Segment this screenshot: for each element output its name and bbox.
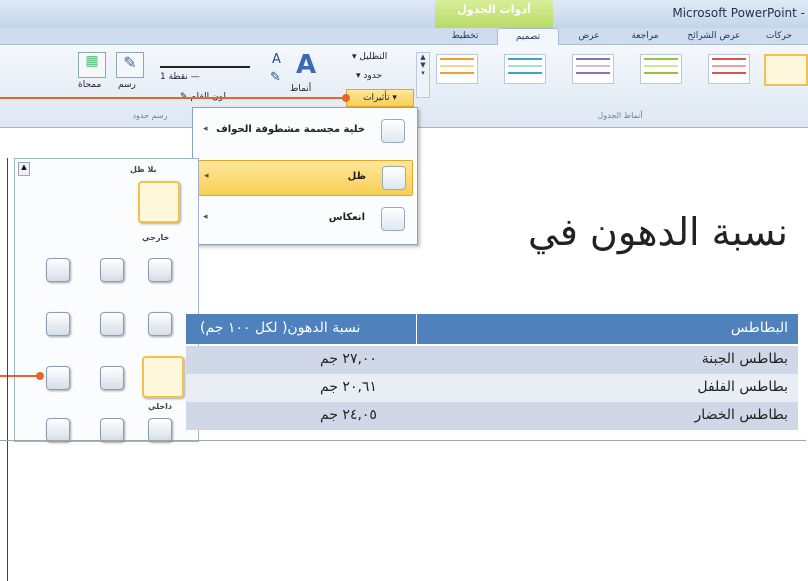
gallery-scroll-up-icon[interactable]: ▲ bbox=[18, 162, 30, 176]
effects-button[interactable]: تأثيرات ▾ bbox=[346, 89, 414, 107]
table-style-swatch[interactable] bbox=[504, 54, 546, 84]
eraser-label[interactable]: ممحاة bbox=[78, 80, 101, 90]
tab-layout[interactable]: تخطيط bbox=[440, 28, 490, 44]
tab-review[interactable]: مراجعة bbox=[620, 28, 670, 44]
header-potato: البطاطس bbox=[730, 320, 788, 336]
chevron-down-icon: ▾ bbox=[392, 93, 397, 103]
bevel-icon bbox=[381, 119, 405, 143]
tab-slide-show[interactable]: عرض الشرائح bbox=[680, 28, 748, 44]
shadow-option[interactable] bbox=[100, 258, 124, 282]
wordart-icon[interactable]: A bbox=[296, 50, 316, 80]
shadow-option-selected[interactable] bbox=[142, 356, 184, 398]
shadow-option[interactable] bbox=[148, 418, 172, 442]
bevel-label: خلية مجسمة مشطوفة الحواف bbox=[216, 124, 365, 135]
table-row[interactable]: بطاطس الجبنة ٢٧,٠٠ جم bbox=[186, 346, 798, 374]
quick-styles-label[interactable]: أنماط bbox=[290, 84, 311, 94]
eraser-icon[interactable]: ▦ bbox=[78, 52, 106, 78]
row-name: بطاطس الفلفل bbox=[697, 379, 788, 395]
tab-view[interactable]: عرض bbox=[568, 28, 610, 44]
tab-animations[interactable]: حركات bbox=[755, 28, 803, 44]
shadow-option-none[interactable] bbox=[138, 181, 180, 223]
dropdown-item-shadow[interactable]: ◂ ظل bbox=[197, 160, 413, 196]
shading-label: التظليل bbox=[359, 52, 388, 62]
callout-dot bbox=[342, 94, 350, 102]
borders-button[interactable]: ▾ حدود bbox=[356, 71, 382, 81]
effects-dropdown-menu: ◂ خلية مجسمة مشطوفة الحواف ◂ ظل ◂ انعكاس bbox=[192, 107, 418, 245]
table-style-swatch[interactable] bbox=[436, 54, 478, 84]
shadow-option[interactable] bbox=[100, 366, 124, 390]
callout-dot bbox=[36, 372, 44, 380]
submenu-arrow-icon: ◂ bbox=[204, 171, 209, 181]
table-row[interactable]: بطاطس الخضار ٢٤,٠٥ جم bbox=[186, 402, 798, 430]
shadow-label: ظل bbox=[347, 171, 366, 182]
table-style-swatch[interactable] bbox=[708, 54, 750, 84]
header-fat: نسبة الدهون( لكل ١٠٠ جم) bbox=[200, 320, 361, 336]
pen-weight-dropdown[interactable]: 1 نقطة — bbox=[160, 72, 250, 82]
table-style-swatch-selected[interactable] bbox=[764, 54, 808, 86]
reflection-label: انعكاس bbox=[328, 212, 365, 223]
window-title: Microsoft PowerPoint - bbox=[672, 6, 805, 20]
row-name: بطاطس الخضار bbox=[694, 407, 788, 423]
frame-line bbox=[0, 440, 806, 441]
table-style-swatch[interactable] bbox=[640, 54, 682, 84]
submenu-arrow-icon: ◂ bbox=[203, 212, 208, 222]
table-header-row[interactable]: البطاطس نسبة الدهون( لكل ١٠٠ جم) bbox=[186, 314, 798, 344]
shading-button[interactable]: ▾ التظليل bbox=[352, 52, 387, 62]
frame-line bbox=[7, 158, 8, 581]
table-row[interactable]: بطاطس الفلفل ٢٠,٦١ جم bbox=[186, 374, 798, 402]
pen-style-dropdown[interactable] bbox=[160, 56, 250, 68]
slide-title[interactable]: نسبة الدهون في bbox=[388, 210, 788, 254]
shadow-option[interactable] bbox=[46, 366, 70, 390]
no-shadow-heading: بلا ظل bbox=[130, 165, 157, 174]
gallery-scroll-button[interactable]: ▲ ▼ ▾ bbox=[416, 52, 430, 98]
dropdown-item-reflection[interactable]: ◂ انعكاس bbox=[197, 202, 411, 236]
draw-table-label[interactable]: رسم bbox=[118, 80, 136, 90]
shadow-option[interactable] bbox=[148, 312, 172, 336]
row-value: ٢٧,٠٠ جم bbox=[320, 351, 377, 367]
text-outline-icon[interactable]: ✎ bbox=[270, 70, 281, 85]
text-fill-icon[interactable]: A bbox=[272, 52, 281, 67]
row-value: ٢٤,٠٥ جم bbox=[320, 407, 377, 423]
shadow-option[interactable] bbox=[148, 258, 172, 282]
shadow-icon bbox=[382, 166, 406, 190]
table-styles-group-label: أنماط الجدول bbox=[597, 111, 643, 120]
inner-shadow-heading: داخلي bbox=[148, 402, 172, 411]
shadow-option[interactable] bbox=[100, 418, 124, 442]
shadow-option[interactable] bbox=[46, 312, 70, 336]
tab-design[interactable]: تصميم bbox=[497, 28, 559, 45]
callout-line bbox=[0, 375, 40, 377]
table-tools-label: أدوات الجدول bbox=[457, 3, 531, 16]
shadow-option[interactable] bbox=[46, 418, 70, 442]
outer-shadow-heading: خارجي bbox=[142, 233, 170, 242]
effects-label: تأثيرات bbox=[363, 93, 390, 103]
draw-borders-group-label: رسم حدود bbox=[132, 111, 168, 120]
submenu-arrow-icon: ◂ bbox=[203, 124, 208, 134]
draw-table-icon[interactable]: ✎ bbox=[116, 52, 144, 78]
shadow-option[interactable] bbox=[46, 258, 70, 282]
borders-label: حدود bbox=[363, 71, 383, 81]
row-value: ٢٠,٦١ جم bbox=[320, 379, 377, 395]
dropdown-item-bevel[interactable]: ◂ خلية مجسمة مشطوفة الحواف bbox=[197, 114, 411, 148]
row-name: بطاطس الجبنة bbox=[701, 351, 788, 367]
shadow-option[interactable] bbox=[100, 312, 124, 336]
callout-line bbox=[0, 97, 346, 99]
pen-weight-value: 1 نقطة bbox=[160, 72, 188, 82]
table-style-swatch[interactable] bbox=[572, 54, 614, 84]
